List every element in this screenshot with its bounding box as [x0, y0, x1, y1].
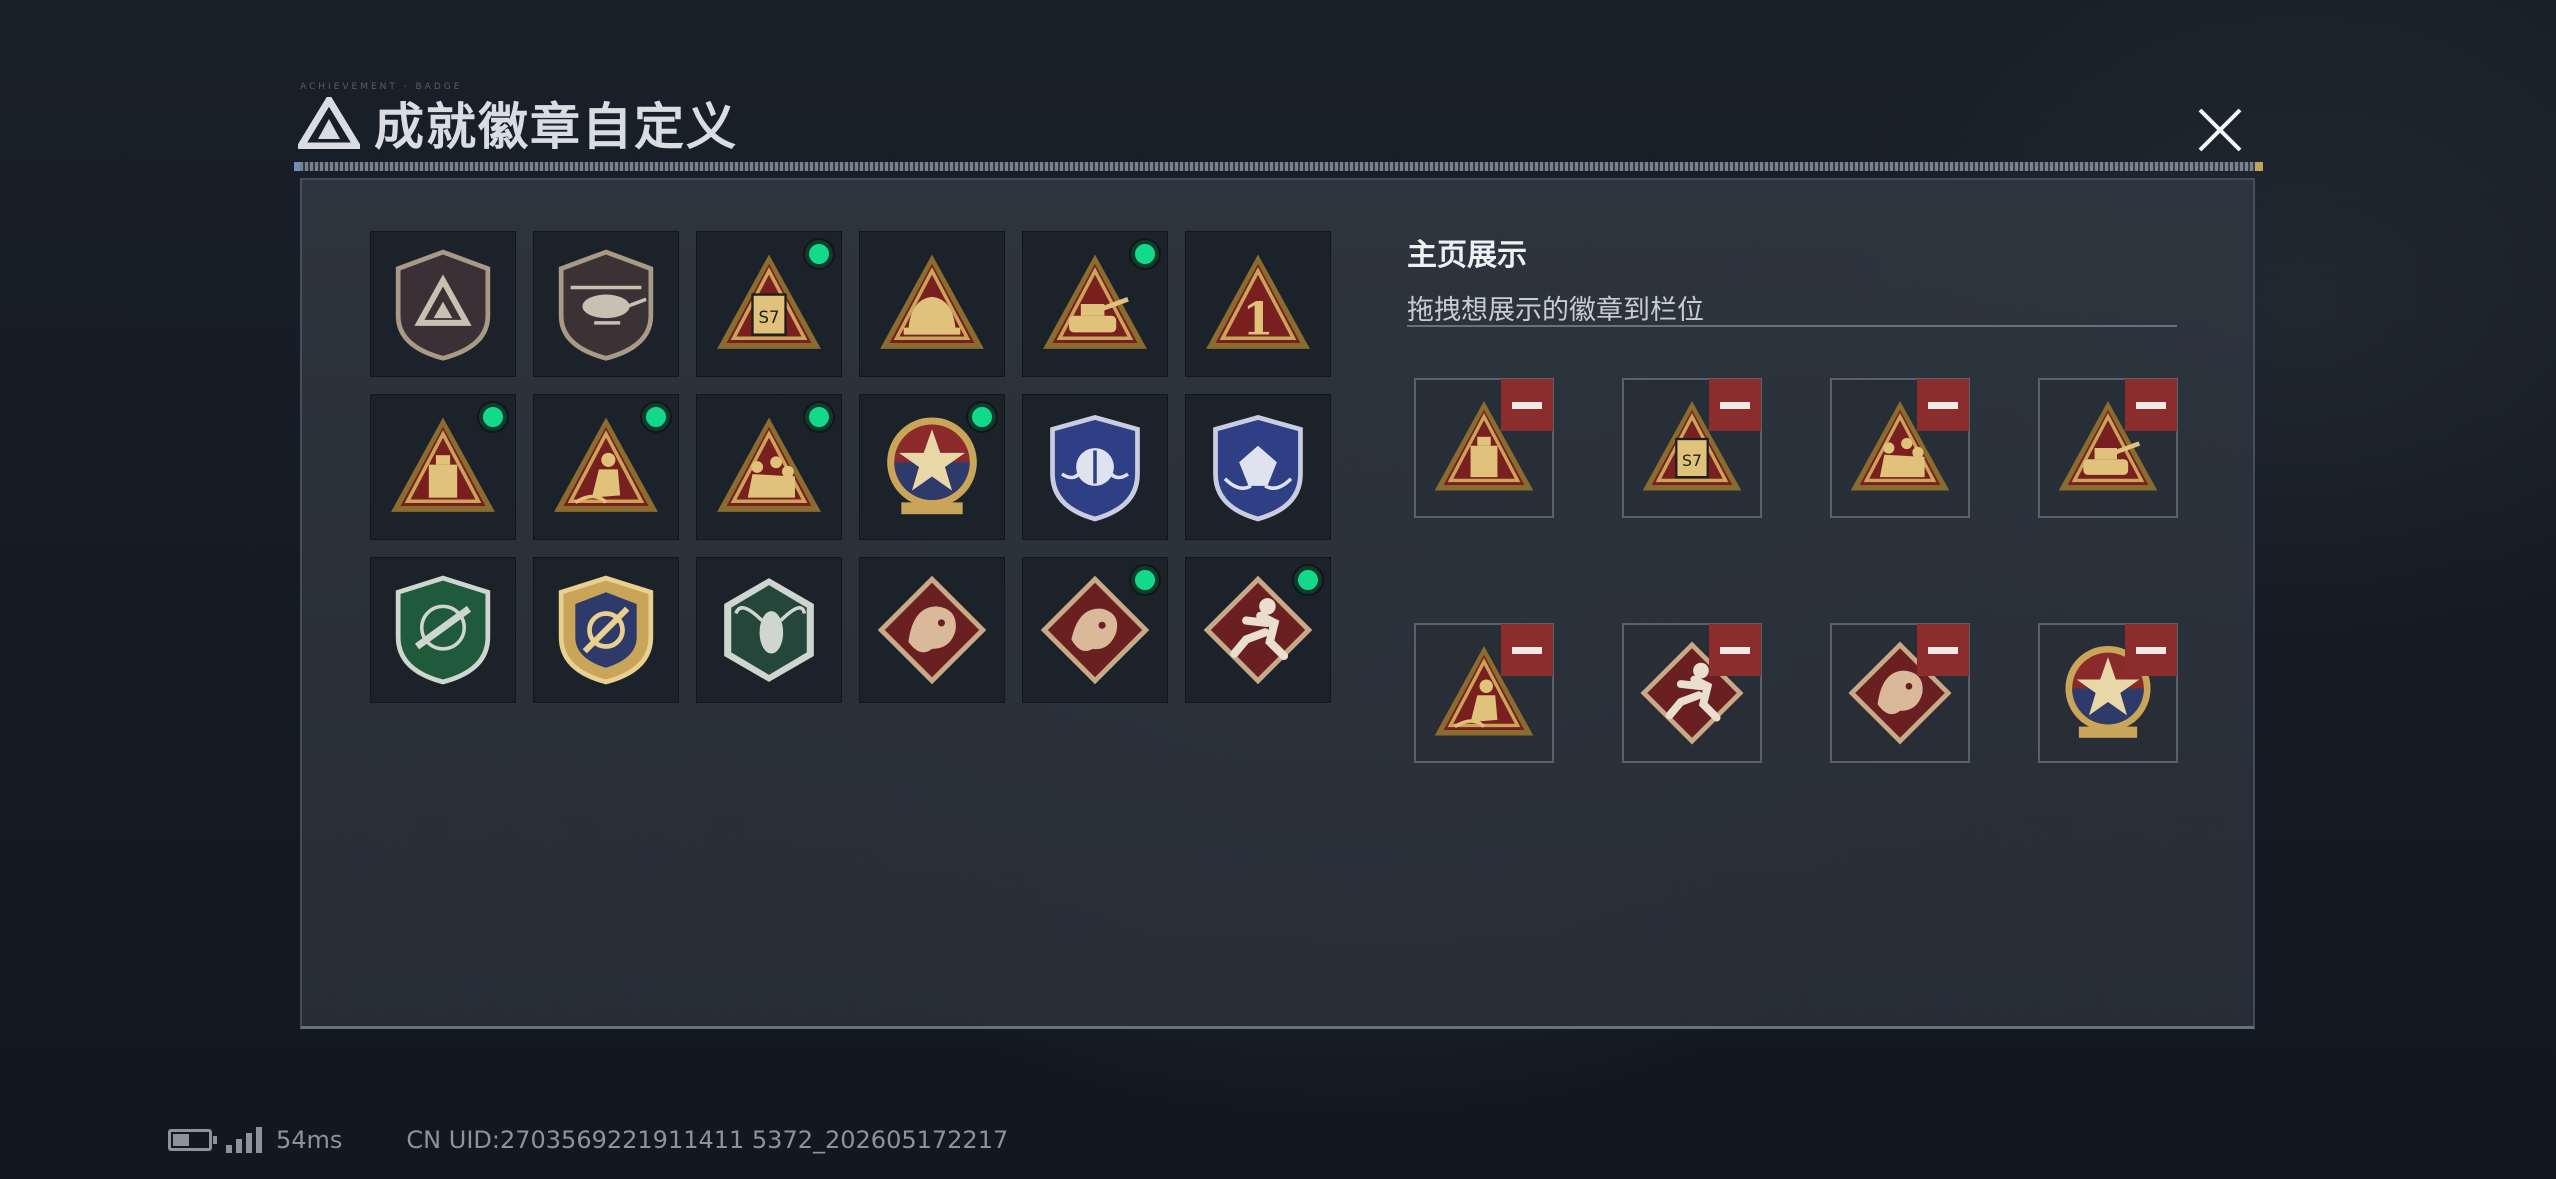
badge-cell[interactable]: [1022, 231, 1168, 377]
hardhat-triangle-badge-icon: [880, 254, 984, 349]
signal-icon: [226, 1127, 262, 1153]
remove-badge-button[interactable]: [2125, 624, 2177, 676]
close-button[interactable]: [2190, 100, 2250, 160]
helicopter-shield-badge-icon: [558, 249, 654, 361]
title-divider: [294, 162, 2263, 171]
new-indicator-dot: [1294, 566, 1322, 594]
badge-cell[interactable]: [859, 394, 1005, 540]
svg-text:S7: S7: [759, 308, 780, 327]
display-slot[interactable]: [1414, 623, 1554, 763]
badge-cell[interactable]: [1022, 557, 1168, 703]
badge-cell[interactable]: [859, 557, 1005, 703]
svg-text:S7: S7: [1682, 451, 1702, 470]
badge-customize-panel: S7 1 主页展示 拖拽想展示的徽章到栏位 S7: [300, 178, 2255, 1029]
new-indicator-dot: [805, 403, 833, 431]
minus-icon: [1720, 401, 1750, 409]
display-subtitle: 拖拽想展示的徽章到栏位: [1407, 295, 1704, 326]
minus-icon: [1928, 401, 1958, 409]
badge-cell[interactable]: 1: [1185, 231, 1331, 377]
display-divider: [1407, 325, 2177, 327]
badge-cell[interactable]: [696, 394, 842, 540]
svg-text:1: 1: [1242, 293, 1273, 346]
badge-cell[interactable]: S7: [696, 231, 842, 377]
minus-icon: [1928, 646, 1958, 654]
blue-shield-gem-badge-icon: [1213, 414, 1303, 522]
remove-badge-button[interactable]: [1709, 379, 1761, 431]
badge-cell[interactable]: [370, 231, 516, 377]
remove-badge-button[interactable]: [1501, 624, 1553, 676]
page-title: 成就徽章自定义: [374, 98, 738, 156]
display-title: 主页展示: [1407, 238, 1527, 273]
delta-logo-icon: [298, 97, 360, 149]
wasp-hexagon-badge-icon: [724, 578, 814, 682]
remove-badge-button[interactable]: [1709, 624, 1761, 676]
homepage-display-header: 主页展示 拖拽想展示的徽章到栏位: [1407, 230, 1704, 327]
badge-cell[interactable]: [370, 394, 516, 540]
dragon-diamond-badge-icon: [877, 575, 987, 685]
badge-cell[interactable]: [859, 231, 1005, 377]
new-indicator-dot: [479, 403, 507, 431]
minus-icon: [1512, 646, 1542, 654]
display-slot[interactable]: [2038, 623, 2178, 763]
remove-badge-button[interactable]: [1501, 379, 1553, 431]
ping-text: 54ms: [276, 1126, 343, 1154]
uid-text: CN UID:2703569221911411 5372_20260517221…: [406, 1126, 1009, 1154]
new-indicator-dot: [1131, 566, 1159, 594]
display-slot[interactable]: [1830, 623, 1970, 763]
minus-icon: [2136, 646, 2166, 654]
display-slot[interactable]: [1414, 378, 1554, 518]
new-indicator-dot: [642, 403, 670, 431]
new-indicator-dot: [805, 240, 833, 268]
badge-cell[interactable]: [1185, 557, 1331, 703]
new-indicator-dot: [1131, 240, 1159, 268]
battery-icon: [168, 1129, 217, 1151]
display-slot[interactable]: [1830, 378, 1970, 518]
minus-icon: [1512, 401, 1542, 409]
gold-crosshair-shield-badge-icon: [558, 575, 654, 685]
display-slot[interactable]: [2038, 378, 2178, 518]
display-slot[interactable]: S7: [1622, 378, 1762, 518]
new-indicator-dot: [968, 403, 996, 431]
minus-icon: [1720, 646, 1750, 654]
remove-badge-button[interactable]: [1917, 379, 1969, 431]
window-title-bar: 成就徽章自定义: [298, 88, 738, 158]
badge-cell[interactable]: [533, 231, 679, 377]
delta-shield-badge-icon: [395, 249, 491, 361]
green-rifle-shield-badge-icon: [395, 575, 491, 685]
badge-cell[interactable]: [1185, 394, 1331, 540]
badge-cell[interactable]: [533, 557, 679, 703]
status-bar: 54ms CN UID:2703569221911411 5372_202605…: [168, 1126, 1008, 1154]
badge-cell[interactable]: [370, 557, 516, 703]
badge-cell[interactable]: [696, 557, 842, 703]
badge-cell[interactable]: [533, 394, 679, 540]
remove-badge-button[interactable]: [2125, 379, 2177, 431]
remove-badge-button[interactable]: [1917, 624, 1969, 676]
minus-icon: [2136, 401, 2166, 409]
close-icon: [2198, 108, 2242, 152]
badge-cell[interactable]: [1022, 394, 1168, 540]
display-slot[interactable]: [1622, 623, 1762, 763]
number-one-triangle-badge-icon: 1: [1206, 254, 1310, 349]
blue-shield-winged-badge-icon: [1050, 414, 1140, 522]
